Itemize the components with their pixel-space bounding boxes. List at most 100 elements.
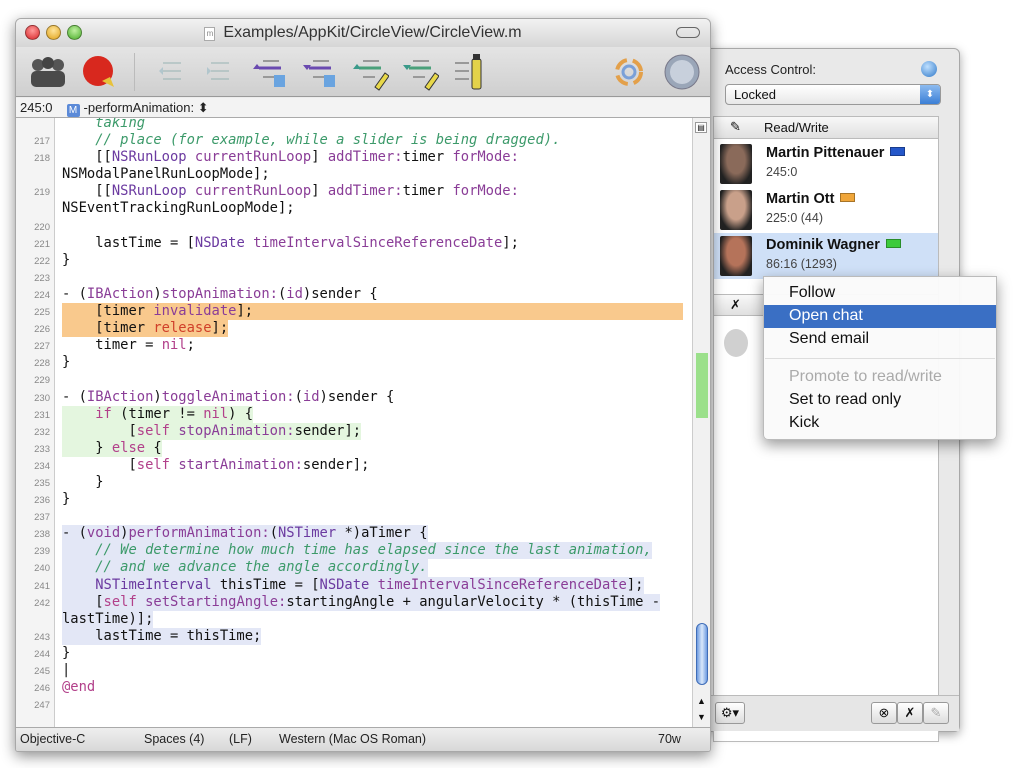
next-highlight-icon[interactable] [399, 53, 440, 91]
encoding[interactable]: Western (Mac OS Roman) [279, 732, 426, 746]
code-line[interactable]: 242 [self setStartingAngle:startingAngle… [16, 593, 692, 611]
line-number: 238 [34, 529, 50, 541]
menu-item-open-chat[interactable]: Open chat [764, 305, 996, 328]
seesaw-icon[interactable] [80, 53, 120, 91]
code-token: NSTimeInterval [95, 576, 212, 593]
read-only-icon[interactable]: ✗ [897, 702, 923, 724]
code-line[interactable]: 243 lastTime = thisTime; [16, 627, 692, 645]
line-number: 235 [34, 477, 50, 489]
line-number: 224 [34, 289, 50, 301]
line-text: // We determine how much time has elapse… [62, 542, 652, 560]
toolbar-toggle-button[interactable] [676, 27, 700, 38]
sync-icon[interactable] [609, 53, 649, 91]
menu-item-follow[interactable]: Follow [764, 282, 996, 305]
code-line[interactable]: 238- (void)performAnimation:(NSTimer *)a… [16, 525, 692, 543]
code-token: sender]; [294, 422, 362, 439]
code-line[interactable]: 247 [16, 696, 692, 713]
code-line[interactable]: 224 - (IBAction)stopAnimation:(id)sender … [16, 286, 692, 303]
line-text: } [62, 491, 70, 508]
kick-icon[interactable]: ⊗ [871, 702, 897, 724]
previous-symbol-icon[interactable] [249, 53, 289, 91]
menu-item-send-email[interactable]: Send email [764, 328, 996, 351]
scroll-down-icon[interactable]: ▼ [697, 712, 706, 722]
code-line[interactable]: lastTime)]; [16, 610, 692, 628]
code-line[interactable]: 220 [16, 218, 692, 235]
code-line[interactable]: 237 [16, 508, 692, 525]
code-line[interactable]: 232 [self stopAnimation:sender]; [16, 422, 692, 440]
title-bar[interactable]: m Examples/AppKit/CircleView/CircleView.m [16, 19, 710, 47]
code-line[interactable]: 223 [16, 269, 692, 286]
code-line[interactable]: 234 [self startAnimation:sender]; [16, 457, 692, 474]
line-number: 227 [34, 341, 50, 353]
code-line[interactable]: 239 // We determine how much time has el… [16, 542, 692, 560]
code-line[interactable]: 241 NSTimeInterval thisTime = [NSDate ti… [16, 576, 692, 594]
code-token: startAnimation: [178, 456, 303, 473]
menu-item-set-to-read-only[interactable]: Set to read only [764, 389, 996, 412]
window-width[interactable]: 70w [658, 732, 681, 746]
scrollbar-thumb[interactable] [696, 623, 708, 685]
symbol-popup[interactable]: -performAnimation: ⬍ [84, 100, 209, 115]
code-line[interactable]: 217 // place (for example, while a slide… [16, 132, 692, 149]
code-line[interactable]: 221 lastTime = [NSDate timeIntervalSince… [16, 235, 692, 252]
code-line[interactable]: NSEventTrackingRunLoopMode]; [16, 200, 692, 217]
menu-item-kick[interactable]: Kick [764, 412, 996, 435]
code-line[interactable]: 246 @end [16, 679, 692, 696]
code-text[interactable]: taking 217 // place (for example, while a… [16, 118, 692, 713]
code-line[interactable]: 236} [16, 491, 692, 508]
participants-icon[interactable] [28, 53, 68, 91]
code-line[interactable]: 222} [16, 252, 692, 269]
code-line[interactable]: 226 [timer release]; [16, 320, 692, 338]
participant-row[interactable]: Martin Pittenauer 245:0 [714, 141, 938, 187]
participant-row[interactable]: Martin Ott 225:0 (44) [714, 187, 938, 233]
tab-settings[interactable]: Spaces (4) [144, 732, 204, 746]
access-control-value: Locked [734, 87, 776, 102]
internet-icon[interactable] [662, 53, 702, 91]
code-token: // and we advance the angle accordingly. [95, 559, 428, 576]
previous-highlight-icon[interactable] [349, 53, 390, 91]
participant-color-swatch [890, 147, 906, 156]
next-change-icon[interactable] [199, 53, 239, 91]
next-symbol-icon[interactable] [299, 53, 339, 91]
code-token: timeIntervalSinceReferenceDate [377, 576, 627, 593]
code-line[interactable]: 235 } [16, 474, 692, 491]
code-line[interactable]: 231 if (timer != nil) { [16, 405, 692, 423]
code-line[interactable]: 219 [[NSRunLoop currentRunLoop] addTimer… [16, 183, 692, 200]
line-endings[interactable]: (LF) [229, 732, 252, 746]
code-line[interactable]: 229 [16, 371, 692, 388]
access-control-label: Access Control: [725, 62, 817, 77]
code-line[interactable]: 244} [16, 645, 692, 662]
section-header-label: Read/Write [764, 120, 829, 135]
line-number: 233 [34, 443, 50, 455]
code-token: else [111, 439, 146, 456]
previous-change-icon[interactable] [151, 53, 191, 91]
code-line[interactable]: 233 } else { [16, 439, 692, 457]
split-view-icon[interactable]: ▤ [695, 122, 707, 133]
participant-row[interactable]: Dominik Wagner 86:16 (1293) [714, 233, 938, 279]
code-line[interactable]: NSModalPanelRunLoopMode]; [16, 166, 692, 183]
code-editor[interactable]: taking 217 // place (for example, while a… [16, 118, 692, 729]
globe-icon[interactable] [921, 61, 937, 77]
line-number: 241 [34, 580, 50, 592]
code-line[interactable]: 240 // and we advance the angle accordin… [16, 559, 692, 577]
code-line[interactable]: taking [16, 118, 692, 132]
language-mode[interactable]: Objective-C [20, 732, 85, 746]
code-token: self [136, 456, 170, 473]
read-write-icon[interactable]: ✎ [923, 702, 949, 724]
menu-item-promote-to-read-write: Promote to read/write [789, 368, 942, 385]
code-line[interactable]: 228} [16, 354, 692, 371]
code-token: | [62, 662, 71, 678]
access-control-select[interactable]: Locked ⬍ [725, 84, 941, 105]
highlighter-icon[interactable] [449, 53, 489, 91]
code-token: [timer [62, 303, 154, 320]
code-line[interactable]: 218 [[NSRunLoop currentRunLoop] addTimer… [16, 149, 692, 166]
vertical-scrollbar[interactable]: ▤ ▲ ▼ [692, 118, 710, 729]
code-line[interactable]: 227 timer = nil; [16, 337, 692, 354]
scroll-up-icon[interactable]: ▲ [697, 696, 706, 706]
code-line[interactable]: 230 - (IBAction)toggleAnimation:(id)sende… [16, 389, 692, 406]
code-line[interactable]: 225 [timer invalidate]; [16, 303, 692, 321]
gear-icon[interactable]: ⚙▾ [715, 702, 745, 724]
code-line[interactable]: 245 | [16, 662, 692, 679]
line-number: 247 [34, 700, 50, 712]
